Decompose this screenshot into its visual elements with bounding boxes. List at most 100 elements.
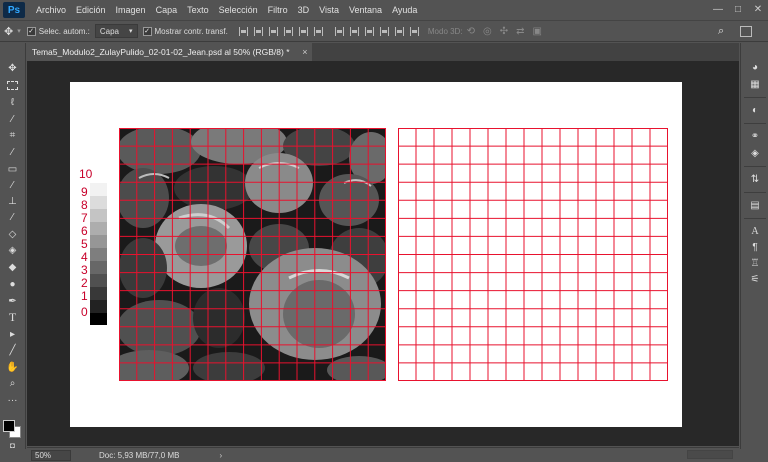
menu-vista[interactable]: Vista <box>314 0 344 20</box>
close-tab-icon[interactable]: × <box>302 43 307 61</box>
color-panel-icon[interactable]: ◕ <box>747 60 763 74</box>
blur-tool-icon[interactable]: ◆ <box>4 260 21 275</box>
gray-swatch-7 <box>90 222 107 235</box>
menu-seleccion[interactable]: Selección <box>214 0 263 20</box>
auto-select-label: Selec. autom.: <box>38 26 90 36</box>
distribute-hcenter-icon[interactable] <box>394 26 404 36</box>
swatches-panel-icon[interactable]: ▦ <box>747 77 763 91</box>
tool-preset-chevron-icon[interactable]: ▾ <box>17 27 21 35</box>
gray-swatch-4 <box>90 261 107 274</box>
channels-panel-icon[interactable]: ⇅ <box>747 172 763 186</box>
lasso-tool-icon[interactable]: ℓ <box>4 95 21 110</box>
foreground-color-swatch[interactable] <box>3 420 15 432</box>
align-right-icon[interactable] <box>313 26 323 36</box>
paragraph-panel-icon[interactable]: ¶ <box>747 240 763 254</box>
line-tool-icon[interactable]: ╱ <box>4 343 21 358</box>
distribute-right-icon[interactable] <box>409 26 419 36</box>
minimize-button[interactable]: — <box>708 0 728 18</box>
history-brush-tool-icon[interactable]: ⁄ <box>4 210 21 225</box>
magic-wand-tool-icon[interactable]: ⁄ <box>4 112 21 127</box>
menu-imagen[interactable]: Imagen <box>111 0 151 20</box>
dodge-tool-icon[interactable]: ● <box>4 277 21 292</box>
eyedropper-tool-icon[interactable]: ⁄ <box>4 145 21 160</box>
document-canvas[interactable]: 10 9 8 7 6 5 4 3 2 1 0 <box>70 82 682 427</box>
horizontal-scrollbar[interactable] <box>687 450 733 459</box>
orbit-3d-icon[interactable]: ⟲ <box>467 26 475 37</box>
auto-select-checkbox[interactable]: ✓ <box>26 26 36 36</box>
align-bottom-icon[interactable] <box>268 26 278 36</box>
panel-divider <box>744 166 766 167</box>
show-transform-label: Mostrar contr. transf. <box>154 26 228 36</box>
drag-3d-icon[interactable]: ✣ <box>500 26 508 37</box>
zoom-tool-icon[interactable]: ⌕ <box>4 376 21 391</box>
maximize-button[interactable]: □ <box>728 0 748 18</box>
styles-panel-icon[interactable]: ⚭ <box>747 129 763 143</box>
menu-filtro[interactable]: Filtro <box>263 0 293 20</box>
show-transform-checkbox[interactable]: ✓ <box>142 26 152 36</box>
distribute-vcenter-icon[interactable] <box>349 26 359 36</box>
menu-edicion[interactable]: Edición <box>71 0 111 20</box>
scale-label-2: 2 <box>81 276 88 290</box>
brush-tool-icon[interactable]: ⁄ <box>4 178 21 193</box>
search-icon[interactable]: ⌕ <box>718 25 724 38</box>
mode-3d-label: Modo 3D: <box>427 26 463 36</box>
close-button[interactable]: ✕ <box>748 0 768 18</box>
healing-brush-tool-icon[interactable]: ▭ <box>4 162 21 177</box>
zoom-level-field[interactable]: 50% <box>31 449 71 461</box>
path-selection-tool-icon[interactable]: ▸ <box>4 327 21 342</box>
menu-texto[interactable]: Texto <box>182 0 214 20</box>
document-tab[interactable]: Tema5_Modulo2_ZulayPulido_02-01-02_Jean.… <box>27 43 312 61</box>
menu-capa[interactable]: Capa <box>151 0 183 20</box>
empty-grid <box>398 128 668 381</box>
hand-tool-icon[interactable]: ✋ <box>4 360 21 375</box>
crop-tool-icon[interactable]: ⌗ <box>4 128 21 143</box>
panel-divider <box>744 97 766 98</box>
paths-panel-icon[interactable]: ▤ <box>747 198 763 212</box>
properties-panel-icon[interactable]: ⚟ <box>747 272 763 286</box>
slide-3d-icon[interactable]: ⇄ <box>516 26 524 37</box>
align-left-icon[interactable] <box>283 26 293 36</box>
distribute-left-icon[interactable] <box>379 26 389 36</box>
scale-label-6: 6 <box>81 224 88 238</box>
panel-divider <box>744 123 766 124</box>
character-panel-icon[interactable]: A <box>747 224 763 238</box>
more-tools-icon[interactable]: ··· <box>4 393 21 408</box>
tools-panel: ✥ ℓ ⁄ ⌗ ⁄ ▭ ⁄ ⊥ ⁄ ◇ ◈ ◆ ● ✒ T ▸ ╱ ✋ ⌕ ··… <box>0 43 26 450</box>
align-vcenter-icon[interactable] <box>253 26 263 36</box>
scale-label-7: 7 <box>81 211 88 225</box>
layers-panel-icon[interactable]: ◈ <box>747 146 763 160</box>
align-hcenter-icon[interactable] <box>298 26 308 36</box>
workspace-icon[interactable] <box>740 25 752 37</box>
move-tool-icon[interactable]: ✥ <box>4 25 13 38</box>
clone-stamp-tool-icon[interactable]: ⊥ <box>4 194 21 209</box>
scale-label-10: 10 <box>79 167 93 181</box>
glyphs-panel-icon[interactable]: ♖ <box>747 256 763 270</box>
window-controls: — □ ✕ <box>708 0 768 18</box>
distribute-bottom-icon[interactable] <box>364 26 374 36</box>
gray-swatch-2 <box>90 287 107 300</box>
move-tool-icon[interactable]: ✥ <box>4 61 21 76</box>
document-tab-title: Tema5_Modulo2_ZulayPulido_02-01-02_Jean.… <box>32 47 290 57</box>
roll-3d-icon[interactable]: ◎ <box>483 26 492 37</box>
menu-archivo[interactable]: Archivo <box>31 0 71 20</box>
adjustments-panel-icon[interactable]: ◐ <box>747 103 763 117</box>
distribute-top-icon[interactable] <box>334 26 344 36</box>
panel-divider <box>744 218 766 219</box>
pen-tool-icon[interactable]: ✒ <box>4 294 21 309</box>
auto-select-target-select[interactable]: Capa ▾ <box>94 24 138 38</box>
canvas-area[interactable]: 10 9 8 7 6 5 4 3 2 1 0 <box>27 61 739 446</box>
type-tool-icon[interactable]: T <box>4 310 21 325</box>
menu-3d[interactable]: 3D <box>293 0 315 20</box>
eraser-tool-icon[interactable]: ◇ <box>4 227 21 242</box>
photoshop-logo: Ps <box>3 2 25 18</box>
status-menu-arrow-icon[interactable]: › <box>219 451 222 460</box>
align-top-icon[interactable] <box>238 26 248 36</box>
gradient-tool-icon[interactable]: ◈ <box>4 243 21 258</box>
quick-mask-icon[interactable]: ◘ <box>4 441 21 450</box>
scale-3d-icon[interactable]: ▣ <box>532 26 541 37</box>
marquee-tool-icon[interactable] <box>4 78 21 93</box>
menu-ventana[interactable]: Ventana <box>344 0 387 20</box>
scale-label-4: 4 <box>81 250 88 264</box>
menu-ayuda[interactable]: Ayuda <box>387 0 422 20</box>
menu-bar: Ps Archivo Edición Imagen Capa Texto Sel… <box>0 0 768 20</box>
